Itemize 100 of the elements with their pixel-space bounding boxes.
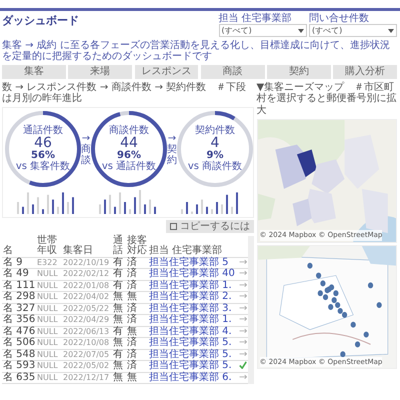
monthly-bar-chart xyxy=(98,190,158,214)
gauge-value: 4 xyxy=(210,136,220,152)
nav-button[interactable]: 集客 xyxy=(2,65,66,79)
table-cell: 2022/07/05 xyxy=(62,349,112,360)
nav-button[interactable]: 来場 xyxy=(68,65,132,79)
section-heading: ▼集客ニーズマップ ＃市区町村を選択すると郵便番号別に拡大 xyxy=(256,82,397,116)
section-heading: 数 → レスポンス件数 → 商談件数 → 契約件数 ＃下段は月別の昨年進比 xyxy=(2,82,248,104)
table-cell: 2022/10/08 xyxy=(62,338,112,349)
table-link[interactable]: 担当住宅事業部 3. xyxy=(148,303,238,314)
table-cell: 無 xyxy=(112,360,126,372)
table-cell: 名 506 xyxy=(2,338,36,349)
filter-select[interactable]: (すべて) xyxy=(309,24,397,37)
table-cell: 名 49 xyxy=(2,268,36,280)
table-cell: 2022/05/02 xyxy=(62,360,112,372)
table-cell: 2022/06/13 xyxy=(62,326,112,338)
gauge-percent: 96% xyxy=(117,151,141,162)
table-link[interactable]: 担当住宅事業部 5. xyxy=(148,360,238,372)
table-cell: 有 xyxy=(112,268,126,280)
dashboard-title: ダッシュボード xyxy=(2,13,79,29)
gauge-comparison: vs 集客件数 xyxy=(16,162,70,172)
table-cell: 2022/04/02 xyxy=(62,292,112,303)
table-cell: 済 xyxy=(126,360,148,372)
table-cell: 名 593 xyxy=(2,360,36,372)
connector-label: 契約 xyxy=(167,144,177,166)
column-header: 接客対応 xyxy=(126,236,148,257)
table-cell: 無 xyxy=(112,303,126,314)
square-icon xyxy=(170,223,177,230)
scrollbar[interactable] xyxy=(248,236,254,384)
table-cell: 2022/01/08 xyxy=(62,280,112,292)
table-cell: 有 xyxy=(112,280,126,292)
gauge-label: 契約件数 xyxy=(195,126,235,136)
table-cell: 無 xyxy=(112,338,126,349)
table-cell: 有 xyxy=(112,257,126,268)
filter-select[interactable]: (すべて) xyxy=(218,24,306,37)
table-link[interactable]: 担当住宅事業部 1. xyxy=(148,314,238,326)
table-cell: 済 xyxy=(126,349,148,360)
table-cell: 無 xyxy=(112,292,126,303)
table-cell: 名 9 xyxy=(2,257,36,268)
nav-button[interactable]: レスポンス xyxy=(134,65,198,79)
caret-icon xyxy=(388,28,394,32)
table-link[interactable]: 担当住宅事業部 5. xyxy=(148,338,238,349)
table-link[interactable]: 担当住宅事業部 1. xyxy=(148,280,238,292)
gauge-percent: 9% xyxy=(206,151,224,162)
column-header: 通話 xyxy=(112,236,126,257)
nav-button[interactable]: 契約 xyxy=(267,65,331,79)
table-link[interactable]: 担当住宅事業部 2. xyxy=(148,292,238,303)
gauge-label: 通話件数 xyxy=(23,126,63,136)
table-cell: 2022/12/17 xyxy=(62,372,112,384)
table-cell: NULL xyxy=(36,314,62,326)
arrow-text: → xyxy=(167,132,177,144)
column-header: 世帯年収 xyxy=(36,236,62,257)
table-link[interactable]: 担当住宅事業部 5 xyxy=(148,257,238,268)
table-link[interactable]: 担当住宅事業部 4. xyxy=(148,326,238,338)
table-link[interactable]: 担当住宅事業部 40 xyxy=(148,268,238,280)
nav-button[interactable]: 購入分析 xyxy=(333,65,397,79)
table-cell: NULL xyxy=(36,349,62,360)
table-cell: 名 298 xyxy=(2,292,36,303)
table-cell: 済 xyxy=(126,338,148,349)
monthly-bar-chart xyxy=(180,190,240,214)
table-cell: 済 xyxy=(126,314,148,326)
table-link[interactable]: 担当住宅事業部 5. xyxy=(148,349,238,360)
table-cell: 名 327 xyxy=(2,303,36,314)
table-cell: 2022/10/19 xyxy=(62,257,112,268)
table-cell: NULL xyxy=(36,372,62,384)
dashboard-subtitle: 集客 → 成約 に至る各フェーズの営業活動を見える化し、目標達成に向けて、進捗状況を定量的に把握するためのダッシュボードです xyxy=(2,40,391,62)
gauge-value: 44 xyxy=(120,136,138,152)
table-cell: E322 xyxy=(36,257,62,268)
table-cell: 名 476 xyxy=(2,326,36,338)
table-cell: NULL xyxy=(36,268,62,280)
table-cell: 2022/04/29 xyxy=(62,314,112,326)
monthly-bar-chart xyxy=(16,190,76,214)
arrow-text: → xyxy=(81,132,91,144)
table-cell: NULL xyxy=(36,360,62,372)
table-cell: NULL xyxy=(36,280,62,292)
table-cell: 済 xyxy=(126,280,148,292)
filter-label: 担当 住宅事業部 xyxy=(218,13,293,24)
table-cell: 無 xyxy=(126,326,148,338)
gauge-comparison: vs 通話件数 xyxy=(102,162,156,172)
nav-button[interactable]: 商談 xyxy=(200,65,264,79)
gauge-percent: 56% xyxy=(31,151,55,162)
table-cell: 名 548 xyxy=(2,349,36,360)
table-cell: 名 111 xyxy=(2,280,36,292)
table-cell: 有 xyxy=(112,349,126,360)
table-cell: 2022/05/22 xyxy=(62,303,112,314)
table-cell: 無 xyxy=(112,372,126,384)
table-cell: NULL xyxy=(36,292,62,303)
caret-icon xyxy=(298,28,304,32)
gauge-label: 商談件数 xyxy=(109,126,149,136)
table-cell: 済 xyxy=(126,303,148,314)
table-cell: 名 635 xyxy=(2,372,36,384)
column-header: 集客日 xyxy=(62,236,112,257)
table-cell: 名 356 xyxy=(2,314,36,326)
table-link[interactable]: 担当住宅事業部 6. xyxy=(148,372,238,384)
column-header: 名 xyxy=(2,236,36,257)
copy-button[interactable]: コピーするには xyxy=(166,220,254,233)
gauge-comparison: vs 商談件数 xyxy=(188,162,242,172)
table-cell: 有 xyxy=(112,326,126,338)
table-cell: 済 xyxy=(126,257,148,268)
column-header: 担当 住宅事業部 xyxy=(148,236,238,257)
table-cell: NULL xyxy=(36,326,62,338)
